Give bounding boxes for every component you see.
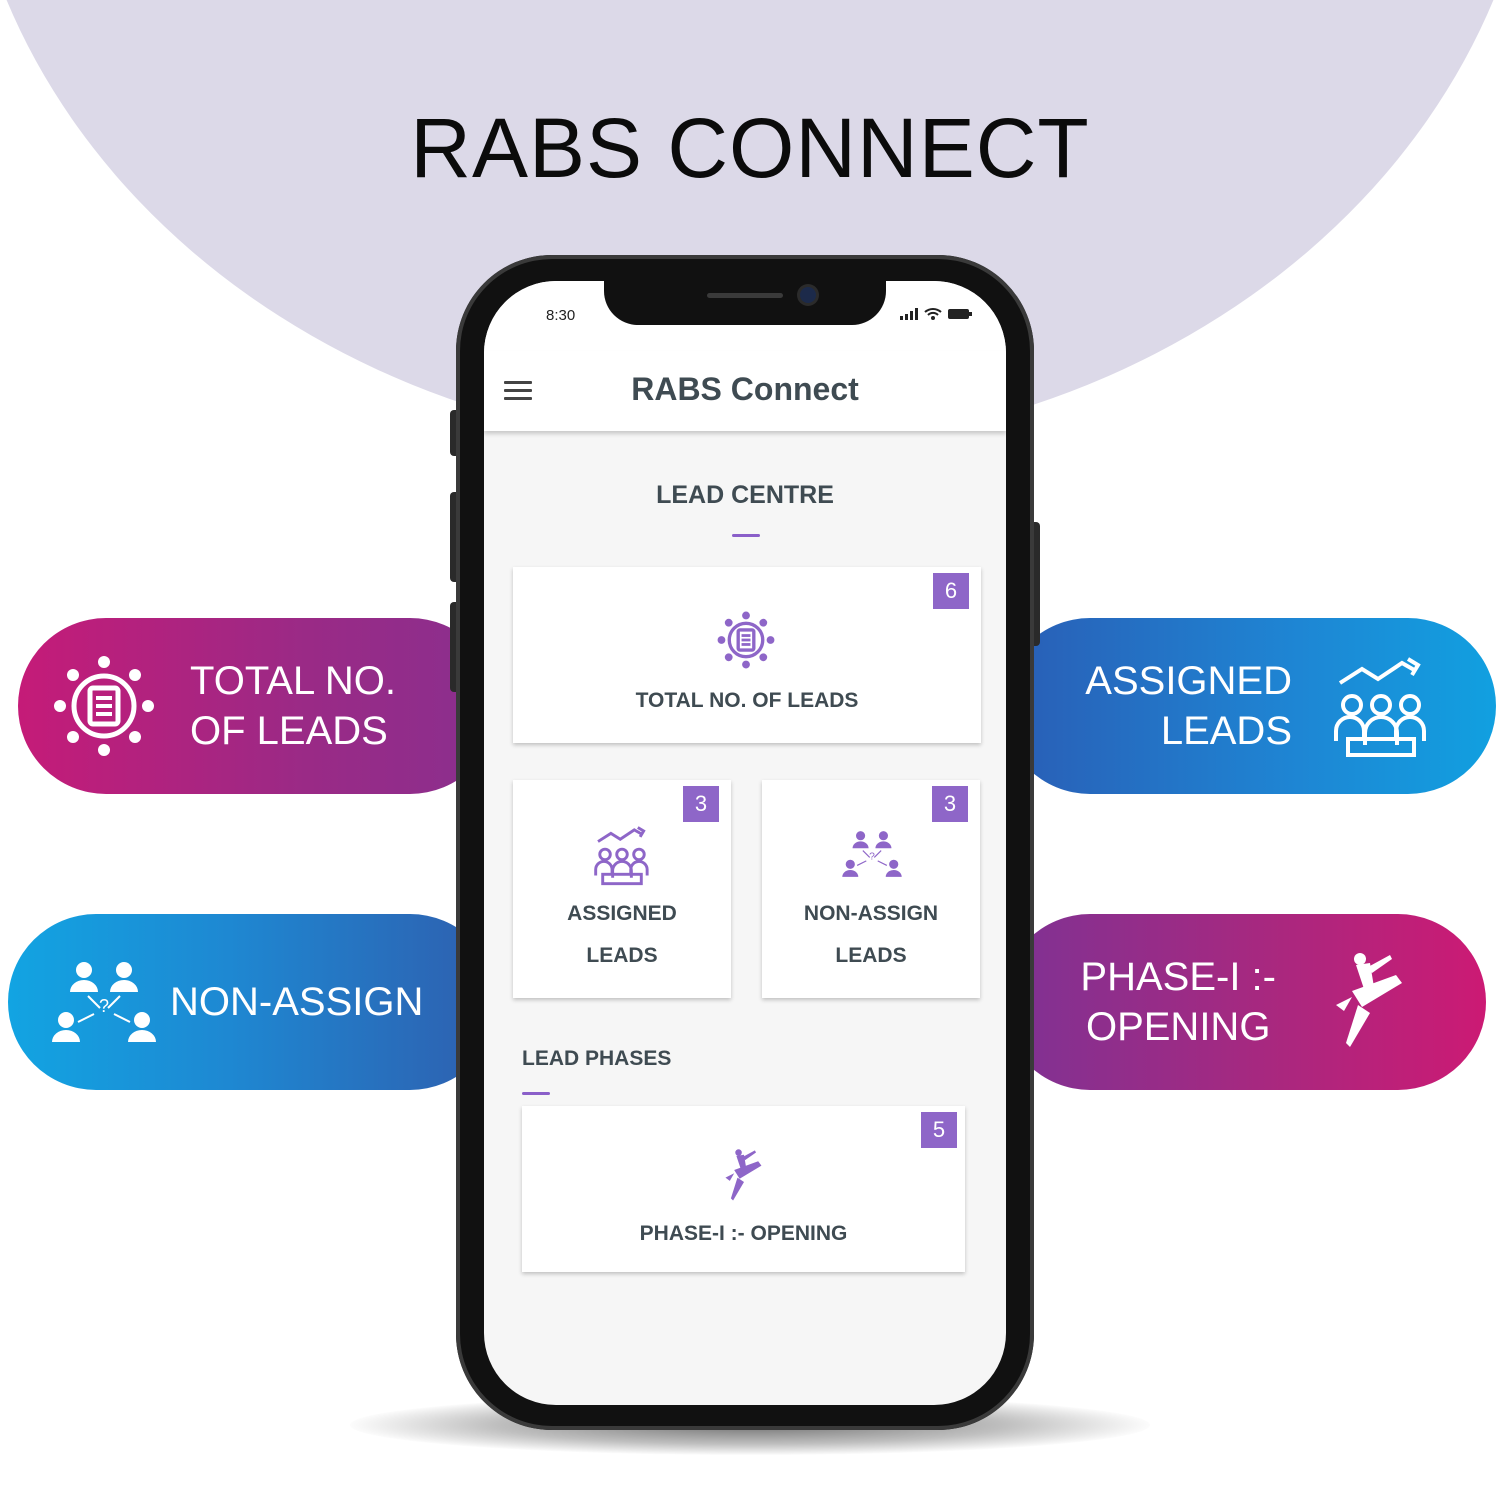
leads-network-icon — [717, 611, 775, 669]
assigned-count-badge: 3 — [683, 786, 719, 822]
rocket-rider-icon — [1336, 953, 1402, 1047]
phone-speaker — [707, 293, 783, 298]
feature-total-leads-text: TOTAL NO. OF LEADS — [190, 656, 396, 756]
svg-text:?: ? — [869, 852, 875, 863]
total-leads-count-badge: 6 — [933, 573, 969, 609]
status-time: 8:30 — [546, 307, 576, 324]
svg-text:?: ? — [99, 996, 109, 1016]
front-camera — [800, 287, 816, 303]
lead-centre-title: LEAD CENTRE — [656, 481, 834, 509]
feature-assigned-line2: LEADS — [1160, 709, 1292, 753]
feature-assigned-line1: ASSIGNED — [1085, 659, 1292, 703]
team-growth-icon — [594, 826, 649, 886]
lead-phases-title: LEAD PHASES — [522, 1047, 672, 1070]
assigned-leads-card[interactable]: 3 ASSIGNED LEADS — [513, 780, 731, 998]
feature-pill-phase-opening: PHASE-I :- OPENING — [1002, 914, 1486, 1090]
assigned-label-line2: LEADS — [586, 944, 658, 967]
assigned-label-line1: ASSIGNED — [567, 902, 677, 925]
lead-centre-underline — [732, 534, 760, 537]
phase-opening-card[interactable]: 5 PHASE-I :- OPENING — [522, 1106, 965, 1272]
non-assign-label-line1: NON-ASSIGN — [803, 902, 939, 925]
battery-icon — [948, 308, 972, 319]
app-title: RABS Connect — [631, 371, 859, 407]
feature-phase-line1: PHASE-I :- — [1080, 955, 1276, 999]
wifi-icon — [924, 308, 942, 320]
feature-non-assign-text: NON-ASSIGN — [170, 980, 424, 1024]
non-assign-count-badge: 3 — [932, 786, 968, 822]
signal-icon — [900, 307, 918, 320]
feature-pill-total-leads: TOTAL NO. OF LEADS — [18, 618, 498, 794]
phone-screen: 8:30 RABS Connect LEAD CENTRE 6 TOTAL NO… — [484, 281, 1006, 1405]
feature-pill-non-assign: ? NON-ASSIGN — [8, 914, 498, 1090]
team-growth-icon — [1334, 657, 1426, 757]
feature-assigned-text: ASSIGNED LEADS — [1085, 656, 1292, 756]
status-icons — [900, 307, 972, 320]
phase-label: PHASE-I :- OPENING — [639, 1222, 848, 1245]
feature-pill-assigned-leads: ASSIGNED LEADS — [1002, 618, 1496, 794]
app-bar: RABS Connect — [484, 351, 1006, 431]
phase-count-badge: 5 — [921, 1112, 957, 1148]
non-assign-label-line2: LEADS — [835, 944, 907, 967]
total-leads-card[interactable]: 6 TOTAL NO. OF LEADS — [513, 567, 981, 743]
rocket-rider-icon — [725, 1149, 762, 1201]
unassigned-people-icon: ? — [842, 831, 902, 877]
feature-phase-line2: OPENING — [1085, 1005, 1271, 1049]
leads-network-icon — [54, 656, 154, 756]
non-assign-leads-card[interactable]: 3 ? NON-ASSIGN LEADS — [762, 780, 980, 998]
lead-phases-underline — [522, 1092, 550, 1095]
page-headline: RABS CONNECT — [410, 101, 1090, 195]
unassigned-people-icon: ? — [52, 962, 156, 1042]
feature-total-line1: TOTAL NO. — [190, 659, 396, 703]
total-leads-label: TOTAL NO. OF LEADS — [635, 689, 859, 712]
phone-notch — [604, 281, 886, 325]
feature-total-line2: OF LEADS — [190, 709, 388, 753]
feature-phase-text: PHASE-I :- OPENING — [1080, 952, 1276, 1052]
